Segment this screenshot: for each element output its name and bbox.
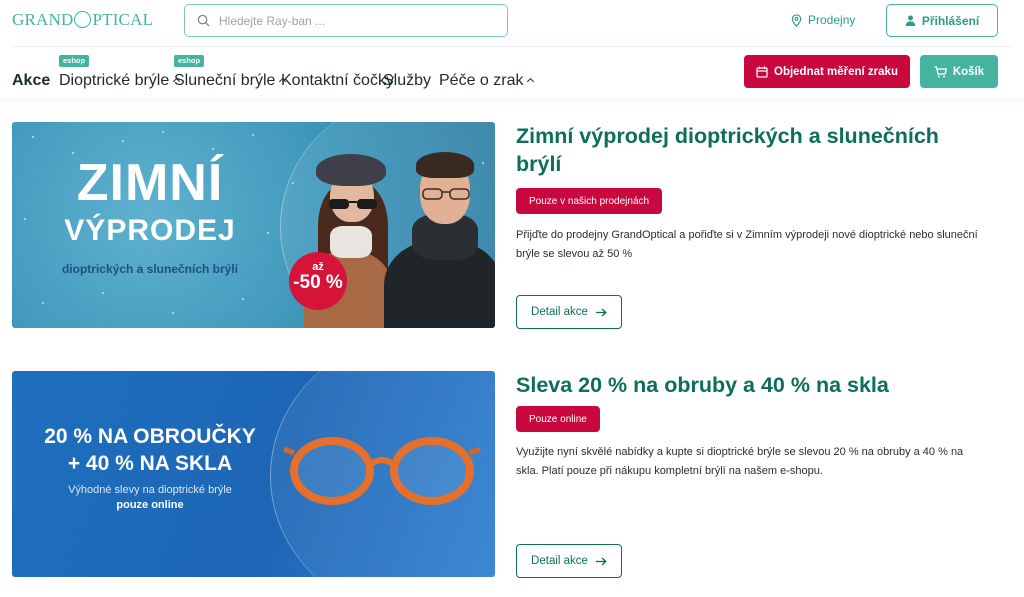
logo-text-left: GRAND <box>12 10 74 29</box>
arrow-right-icon <box>595 308 607 316</box>
promo-title[interactable]: Sleva 20 % na obruby a 40 % na skla <box>516 371 986 399</box>
banner-subtitle-line1: Výhodné slevy na dioptrické brýle <box>68 484 232 496</box>
logo-text-right: PTICAL <box>92 10 154 29</box>
arrow-right-icon <box>595 557 607 565</box>
discount-badge: až -50 % <box>289 252 347 310</box>
login-button[interactable]: Přihlášení <box>886 4 998 37</box>
nav-item-dioptricke-bryle[interactable]: Dioptrické brýle <box>59 72 181 90</box>
nav-item-label: Péče o zrak <box>439 72 524 89</box>
promo-tag: Pouze online <box>516 406 600 432</box>
promo-banner-online-discount[interactable]: 20 % NA OBROUČKY + 40 % NA SKLA Výhodné … <box>12 371 495 577</box>
nav-item-label: Sluneční brýle <box>174 72 276 89</box>
cart-button-label: Košík <box>952 65 985 78</box>
banner-subtitle: Výhodné slevy na dioptrické brýle pouze … <box>22 483 278 513</box>
nav-item-akce[interactable]: Akce <box>12 72 50 90</box>
banner-subtitle-bold: pouze online <box>116 499 184 511</box>
search-icon <box>197 14 210 27</box>
user-icon <box>905 15 916 26</box>
eyeglasses-icon <box>422 188 470 200</box>
chevron-up-icon <box>527 77 535 86</box>
order-eye-exam-button[interactable]: Objednat měření zraku <box>744 55 910 88</box>
detail-button-label: Detail akce <box>531 555 588 567</box>
detail-button[interactable]: Detail akce <box>516 544 622 578</box>
nav-item-pece-o-zrak[interactable]: Péče o zrak <box>439 72 535 90</box>
nav-item-label: Kontaktní čočky <box>281 72 394 89</box>
search-box[interactable] <box>184 4 508 37</box>
nav-item-kontaktni-cocky[interactable]: Kontaktní čočky <box>281 72 394 90</box>
man-hair <box>416 152 474 178</box>
eshop-badge-dioptricke: eshop <box>59 55 90 67</box>
nav-shadow <box>0 98 1024 108</box>
grandoptical-logo[interactable]: GRAND PTICAL <box>12 10 153 30</box>
order-button-label: Objednat měření zraku <box>774 65 898 78</box>
nav-item-slunecni-bryle[interactable]: Sluneční brýle <box>174 72 287 90</box>
discount-badge-value: -50 % <box>293 272 343 293</box>
nav-item-label: Dioptrické brýle <box>59 72 170 89</box>
nav-item-label: Služby <box>383 72 432 89</box>
location-pin-icon <box>791 13 802 27</box>
nav-item-sluzby[interactable]: Služby <box>383 72 431 90</box>
detail-button[interactable]: Detail akce <box>516 295 622 329</box>
nav-item-label: Akce <box>12 72 51 89</box>
search-input[interactable] <box>219 13 489 28</box>
cart-icon <box>934 65 947 77</box>
orange-eyeglasses-icon <box>283 437 481 505</box>
cart-button[interactable]: Košík <box>920 55 998 88</box>
logo-o-ring <box>74 11 92 28</box>
banner-headline-line1: 20 % NA OBROUČKY <box>44 425 256 448</box>
header-divider <box>12 46 1012 47</box>
calendar-icon <box>756 66 768 78</box>
promo-banner-winter-sale[interactable]: ZIMNÍ VÝPRODEJ dioptrických a slunečních… <box>12 122 495 328</box>
banner-subtitle: dioptrických a slunečních brýlí <box>61 262 239 276</box>
sunglasses-icon <box>329 199 377 209</box>
banner-headline-line1: ZIMNÍ <box>76 154 224 212</box>
banner-headline-line2: VÝPRODEJ <box>64 214 236 247</box>
promo-title[interactable]: Zimní výprodej dioptrických a slunečních… <box>516 122 986 178</box>
stores-link[interactable]: Prodejny <box>791 13 855 27</box>
banner-headline: 20 % NA OBROUČKY + 40 % NA SKLA <box>22 423 278 477</box>
promo-description: Využijte nyní skvělé nabídky a kupte si … <box>516 446 964 477</box>
promo-description: Přijďte do prodejny GrandOptical a pořiď… <box>516 229 978 260</box>
banner-headline-line2: + 40 % NA SKLA <box>67 452 233 475</box>
woman-scarf <box>330 226 372 258</box>
woman-beret <box>316 154 386 186</box>
stores-label: Prodejny <box>808 13 856 27</box>
detail-button-label: Detail akce <box>531 306 588 318</box>
promo-tag: Pouze v našich prodejnách <box>516 188 663 214</box>
login-label: Přihlášení <box>921 13 980 28</box>
eshop-badge-slunecni: eshop <box>174 55 205 67</box>
